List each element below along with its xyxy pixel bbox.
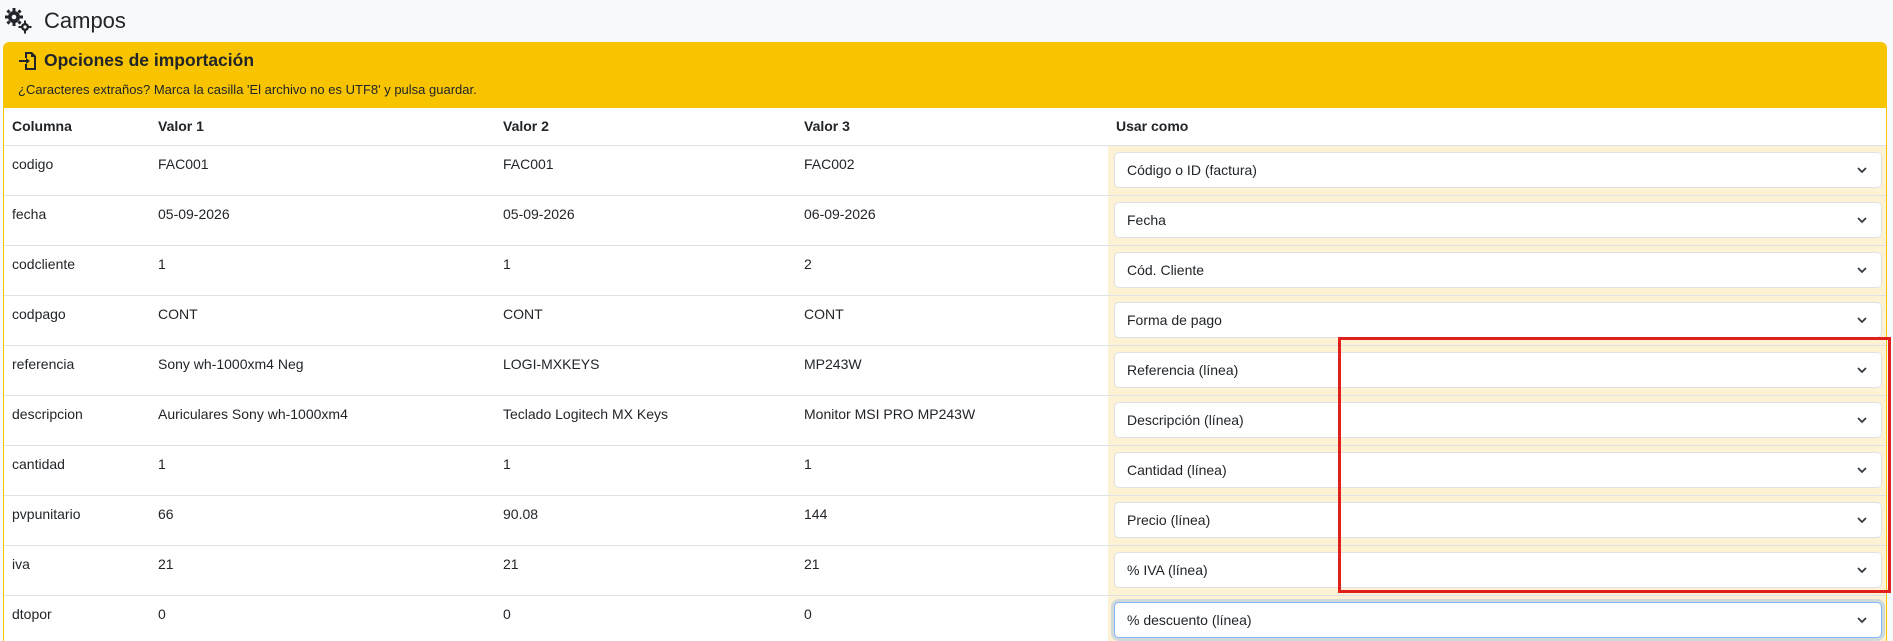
cell-valor-3: 06-09-2026 [796,195,1108,246]
cell-valor-2: LOGI-MXKEYS [495,345,796,396]
cell-valor-2: Teclado Logitech MX Keys [495,395,796,446]
chevron-down-icon [1857,466,1867,473]
select-value: Código o ID (factura) [1127,161,1257,178]
usar-como-select[interactable]: Precio (línea) [1114,501,1882,538]
cell-valor-2: 1 [495,245,796,296]
gears-icon [5,8,32,34]
cell-valor-2: FAC001 [495,145,796,196]
table-row: fecha 05-09-2026 05-09-2026 06-09-2026 F… [4,195,1886,246]
cell-valor-2: CONT [495,295,796,346]
chevron-down-icon [1857,266,1867,273]
page-header: Campos [0,0,1893,42]
cell-valor-3: 144 [796,495,1108,546]
cell-valor-3: 21 [796,545,1108,596]
select-value: Descripción (línea) [1127,411,1244,428]
select-value: Cantidad (línea) [1127,461,1227,478]
chevron-down-icon [1857,566,1867,573]
cell-valor-2: 05-09-2026 [495,195,796,246]
select-value: Forma de pago [1127,311,1222,328]
select-value: Cód. Cliente [1127,261,1205,278]
cell-columna: descripcion [4,395,150,446]
cell-valor-1: 0 [150,595,495,641]
table-row: dtopor 0 0 0 % descuento (línea) [4,595,1886,641]
cell-valor-1: 66 [150,495,495,546]
header-valor-1: Valor 1 [150,108,495,146]
cell-valor-1: Auriculares Sony wh-1000xm4 [150,395,495,446]
chevron-down-icon [1857,166,1867,173]
select-value: % IVA (línea) [1127,561,1208,578]
cell-valor-1: CONT [150,295,495,346]
chevron-down-icon [1857,216,1867,223]
cell-columna: codigo [4,145,150,196]
table-row: descripcion Auriculares Sony wh-1000xm4 … [4,395,1886,446]
cell-valor-1: 1 [150,245,495,296]
header-valor-2: Valor 2 [495,108,796,146]
cell-columna: codpago [4,295,150,346]
usar-como-select[interactable]: Cantidad (línea) [1114,451,1882,488]
file-import-icon [19,51,36,70]
cell-columna: pvpunitario [4,495,150,546]
fields-table: Columna Valor 1 Valor 2 Valor 3 Usar com… [4,108,1886,641]
chevron-down-icon [1857,616,1867,623]
import-options-card: Opciones de importación ¿Caracteres extr… [3,42,1887,641]
cell-columna: iva [4,545,150,596]
cell-valor-3: CONT [796,295,1108,346]
chevron-down-icon [1857,316,1867,323]
import-options-title: Opciones de importación [44,50,255,70]
cell-valor-2: 21 [495,545,796,596]
usar-como-select[interactable]: % IVA (línea) [1114,551,1882,588]
table-row: codcliente 1 1 2 Cód. Cliente [4,245,1886,296]
usar-como-select[interactable]: Cód. Cliente [1114,251,1882,288]
import-options-header: Opciones de importación ¿Caracteres extr… [4,43,1886,108]
cell-valor-1: FAC001 [150,145,495,196]
cell-valor-3: 1 [796,445,1108,496]
chevron-down-icon [1857,366,1867,373]
table-row: referencia Sony wh-1000xm4 Neg LOGI-MXKE… [4,345,1886,396]
cell-valor-3: MP243W [796,345,1108,396]
cell-valor-3: 2 [796,245,1108,296]
usar-como-select[interactable]: Descripción (línea) [1114,401,1882,438]
select-value: Fecha [1127,211,1166,228]
table-row: cantidad 1 1 1 Cantidad (línea) [4,445,1886,496]
import-options-hint: ¿Caracteres extraños? Marca la casilla '… [18,82,477,97]
cell-columna: codcliente [4,245,150,296]
cell-valor-1: 05-09-2026 [150,195,495,246]
table-row: iva 21 21 21 % IVA (línea) [4,545,1886,596]
usar-como-select[interactable]: % descuento (línea) [1114,601,1882,638]
cell-columna: referencia [4,345,150,396]
usar-como-select[interactable]: Fecha [1114,201,1882,238]
chevron-down-icon [1857,416,1867,423]
cell-columna: cantidad [4,445,150,496]
cell-columna: fecha [4,195,150,246]
select-value: % descuento (línea) [1127,611,1252,628]
cell-valor-3: Monitor MSI PRO MP243W [796,395,1108,446]
cell-valor-3: FAC002 [796,145,1108,196]
header-columna: Columna [4,108,150,146]
table-row: codigo FAC001 FAC001 FAC002 Código o ID … [4,145,1886,196]
usar-como-select[interactable]: Forma de pago [1114,301,1882,338]
table-header-row: Columna Valor 1 Valor 2 Valor 3 Usar com… [4,108,1886,146]
usar-como-select[interactable]: Código o ID (factura) [1114,151,1882,188]
header-usar-como: Usar como [1108,108,1886,146]
chevron-down-icon [1857,516,1867,523]
cell-valor-2: 90.08 [495,495,796,546]
cell-valor-2: 1 [495,445,796,496]
page-title: Campos [44,8,126,33]
cell-valor-2: 0 [495,595,796,641]
table-row: codpago CONT CONT CONT Forma de pago [4,295,1886,346]
header-valor-3: Valor 3 [796,108,1108,146]
cell-valor-1: 21 [150,545,495,596]
cell-valor-1: 1 [150,445,495,496]
select-value: Precio (línea) [1127,511,1211,528]
cell-valor-1: Sony wh-1000xm4 Neg [150,345,495,396]
cell-columna: dtopor [4,595,150,641]
usar-como-select[interactable]: Referencia (línea) [1114,351,1882,388]
table-row: pvpunitario 66 90.08 144 Precio (línea) [4,495,1886,546]
cell-valor-3: 0 [796,595,1108,641]
select-value: Referencia (línea) [1127,361,1239,378]
